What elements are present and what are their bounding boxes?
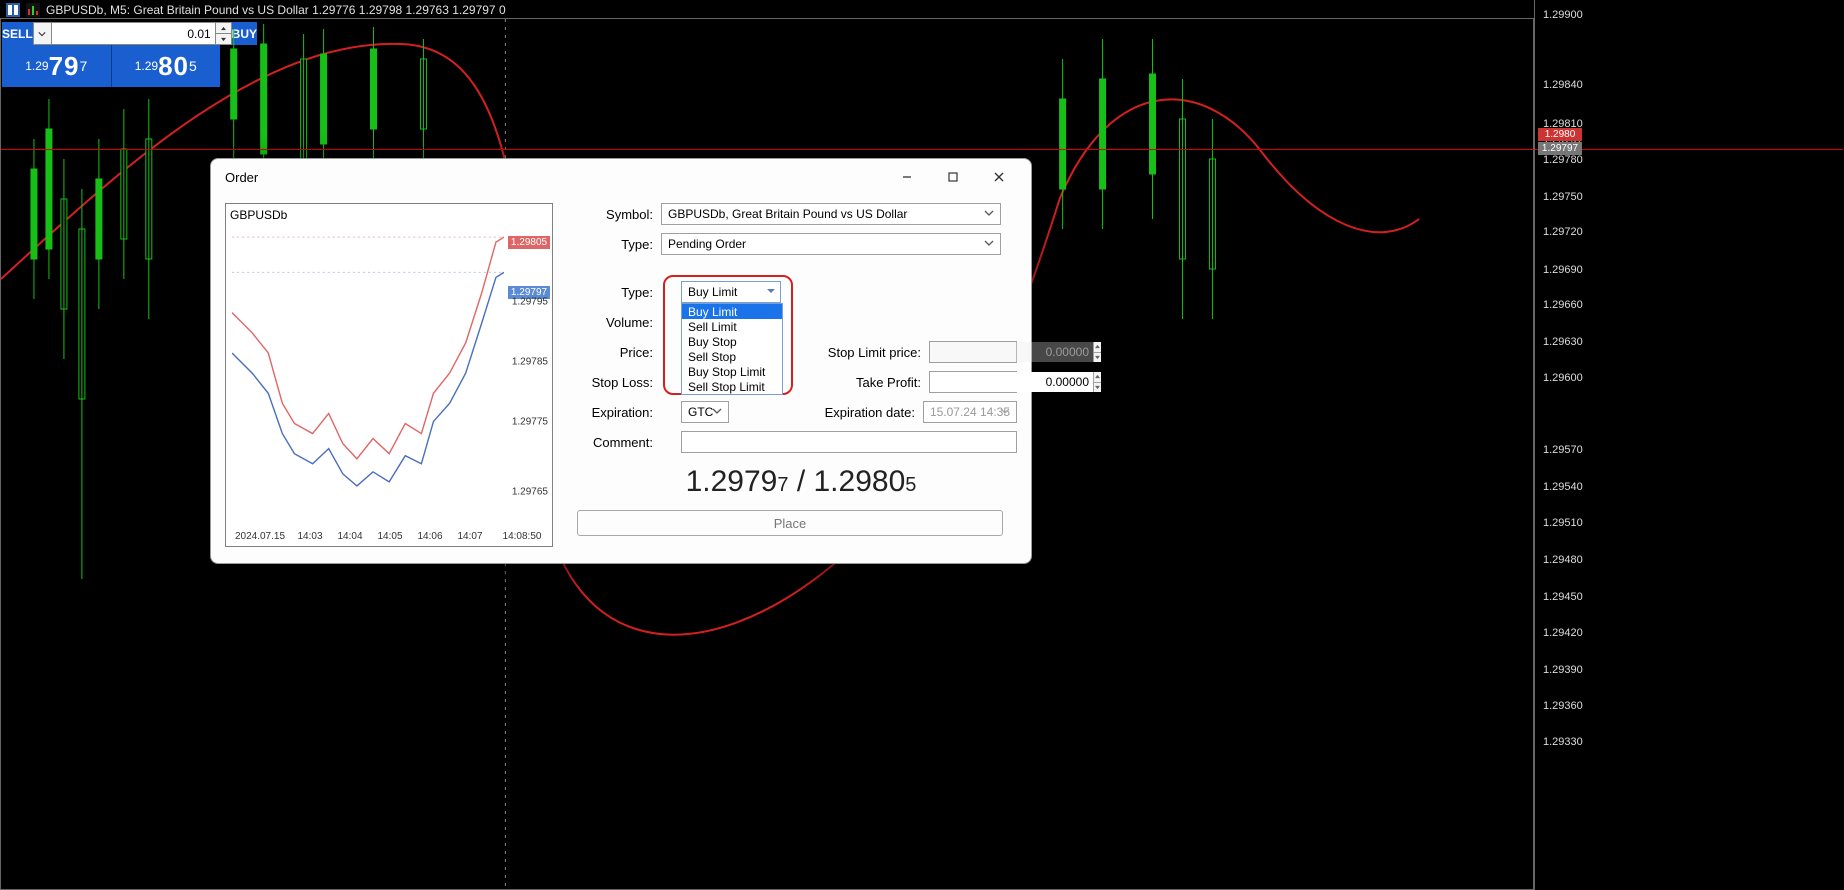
ytick: 1.29660 <box>1543 299 1583 311</box>
chart-type-icon <box>26 3 40 17</box>
option-sell-stop-limit[interactable]: Sell Stop Limit <box>682 379 782 394</box>
option-buy-limit[interactable]: Buy Limit <box>682 304 782 319</box>
option-sell-limit[interactable]: Sell Limit <box>682 319 782 334</box>
price-label: Price: <box>577 345 661 360</box>
mini-ask-bubble: 1.29805 <box>508 236 550 249</box>
volume-label: Volume: <box>577 315 661 330</box>
pending-type-dropdown: Buy Limit Sell Limit Buy Stop Sell Stop … <box>681 303 783 395</box>
mc-ytick: 1.29775 <box>512 417 548 428</box>
ytick: 1.29840 <box>1543 79 1583 91</box>
chevron-down-icon <box>984 237 994 251</box>
order-type-select[interactable]: Pending Order <box>661 233 1001 255</box>
chevron-down-icon <box>712 405 722 419</box>
mc-ytick: 1.29765 <box>512 487 548 498</box>
bid-last: 7 <box>777 474 788 496</box>
expiration-value: GTC <box>688 405 713 419</box>
mc-ytick: 1.29785 <box>512 357 548 368</box>
takeprofit-label: Take Profit: <box>809 375 929 390</box>
mc-xtick: 14:05 <box>377 531 402 542</box>
order-dialog: Order GBPUSDb 1.29805 1.29797 <box>210 158 1032 564</box>
bid-ask-display: 1.29797 / 1.29805 <box>605 465 997 499</box>
symbol-value: GBPUSDb, Great Britain Pound vs US Dolla… <box>668 207 907 221</box>
minimize-button[interactable] <box>885 163 929 191</box>
expdate-value: 15.07.24 14:35 <box>930 405 1010 419</box>
expdate-select[interactable]: 15.07.24 14:35 <box>923 401 1017 423</box>
option-buy-stop[interactable]: Buy Stop <box>682 334 782 349</box>
expiration-label: Expiration: <box>577 405 661 420</box>
bid-price-bubble: 1.29797 <box>1538 142 1582 155</box>
ytick: 1.29720 <box>1543 226 1583 238</box>
ask-price-bubble: 1.2980 <box>1538 128 1582 141</box>
ytick: 1.29570 <box>1543 444 1583 456</box>
pending-type-combo[interactable]: Buy Limit Buy Limit Sell Limit Buy Stop … <box>681 281 781 303</box>
ask-last: 5 <box>905 474 916 496</box>
chart-title-bar: GBPUSDb, M5: Great Britain Pound vs US D… <box>6 3 506 17</box>
option-sell-stop[interactable]: Sell Stop <box>682 349 782 364</box>
bidask-sep: / <box>788 465 813 498</box>
symbol-select[interactable]: GBPUSDb, Great Britain Pound vs US Dolla… <box>661 203 1001 225</box>
dialog-titlebar[interactable]: Order <box>211 159 1031 195</box>
ytick: 1.29780 <box>1543 154 1583 166</box>
ytick: 1.29330 <box>1543 736 1583 748</box>
mini-chart-symbol: GBPUSDb <box>230 208 287 222</box>
type-label: Type: <box>577 237 661 252</box>
stoplimit-up[interactable] <box>1094 342 1101 353</box>
mini-chart-svg <box>232 222 504 524</box>
stoplimit-input <box>930 342 1093 362</box>
mc-xtick: 14:06 <box>417 531 442 542</box>
takeprofit-input[interactable] <box>930 372 1093 392</box>
mc-xtick: 2024.07.15 <box>235 531 285 542</box>
mc-xtick: 14:03 <box>297 531 322 542</box>
stoplimit-down[interactable] <box>1094 353 1101 363</box>
takeprofit-spinner[interactable] <box>929 371 1017 393</box>
stoplimit-spinner[interactable] <box>929 341 1017 363</box>
takeprofit-down[interactable] <box>1094 383 1101 393</box>
bid-main: 1.2979 <box>686 465 778 498</box>
ytick: 1.29420 <box>1543 627 1583 639</box>
expdate-label: Expiration date: <box>803 405 923 420</box>
mc-xtick: 14:07 <box>457 531 482 542</box>
ytick: 1.29630 <box>1543 336 1583 348</box>
ytick: 1.29540 <box>1543 481 1583 493</box>
stoplimit-label: Stop Limit price: <box>809 345 929 360</box>
pending-type-label: Type: <box>577 285 661 300</box>
ytick: 1.29480 <box>1543 554 1583 566</box>
order-type-value: Pending Order <box>668 237 746 251</box>
ytick: 1.29390 <box>1543 664 1583 676</box>
mc-ytick: 1.29795 <box>512 297 548 308</box>
close-button[interactable] <box>977 163 1021 191</box>
chevron-down-icon <box>1000 405 1010 419</box>
ytick: 1.29900 <box>1543 9 1583 21</box>
chevron-down-icon <box>984 207 994 221</box>
symbol-label: Symbol: <box>577 207 661 222</box>
chevron-down-icon <box>766 285 776 299</box>
comment-label: Comment: <box>577 435 661 450</box>
mc-xtick: 14:08:50 <box>503 531 542 542</box>
ytick: 1.29750 <box>1543 191 1583 203</box>
stoploss-label: Stop Loss: <box>577 375 661 390</box>
dialog-title: Order <box>225 170 885 185</box>
chart-title-text: GBPUSDb, M5: Great Britain Pound vs US D… <box>46 3 506 17</box>
mc-xtick: 14:04 <box>337 531 362 542</box>
ask-main: 1.2980 <box>814 465 906 498</box>
pending-type-value: Buy Limit <box>688 285 737 299</box>
ytick: 1.29450 <box>1543 591 1583 603</box>
ytick: 1.29600 <box>1543 372 1583 384</box>
expiration-select[interactable]: GTC <box>681 401 729 423</box>
mini-chart: GBPUSDb 1.29805 1.29797 1.29795 1.29785 … <box>225 203 553 547</box>
maximize-button[interactable] <box>931 163 975 191</box>
ytick: 1.29510 <box>1543 517 1583 529</box>
place-button[interactable]: Place <box>577 510 1003 536</box>
ytick: 1.29360 <box>1543 700 1583 712</box>
comment-input[interactable] <box>681 431 1017 453</box>
takeprofit-up[interactable] <box>1094 372 1101 383</box>
ytick: 1.29690 <box>1543 264 1583 276</box>
option-buy-stop-limit[interactable]: Buy Stop Limit <box>682 364 782 379</box>
app-icon <box>6 3 20 17</box>
